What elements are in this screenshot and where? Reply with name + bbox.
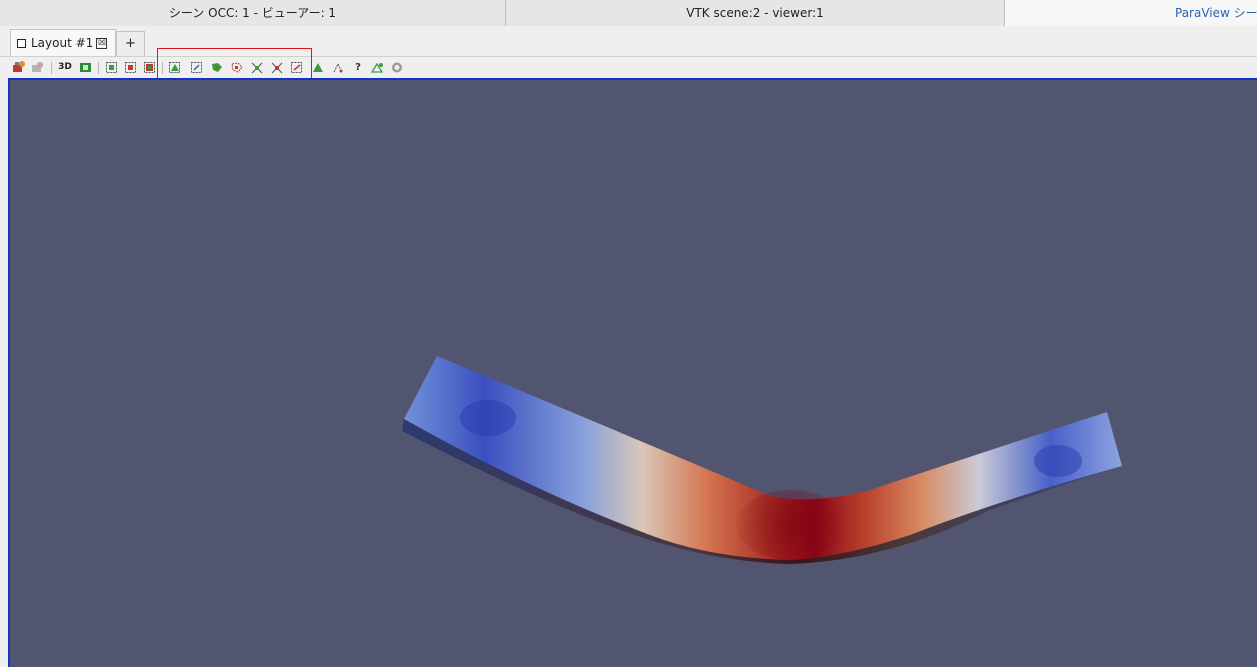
interactive-select-points-icon[interactable] [270,60,284,75]
select-cells-through-icon[interactable] [143,60,157,75]
tab-layout-1[interactable]: Layout #1 ☒ [10,29,116,56]
render-view[interactable] [10,80,1257,667]
layout-tab-bar: Layout #1 ☒ + [0,26,1257,56]
viewer-tab-occ[interactable]: シーン OCC: 1 - ビューアー: 1 [0,0,506,26]
select-cells-polygon-icon[interactable] [190,60,204,75]
left-dock-edge [0,78,8,667]
beam-left-min-spot [460,400,516,436]
beam-max-stress-spot [736,490,846,560]
select-points-polygon-icon[interactable] [210,60,224,75]
select-block-icon[interactable] [230,60,244,75]
viewer-tab-bar: シーン OCC: 1 - ビューアー: 1 VTK scene:2 - view… [0,0,1257,26]
viewer-tab-vtk[interactable]: VTK scene:2 - viewer:1 [506,0,1005,26]
close-icon[interactable]: ☒ [96,37,108,49]
select-points-on-icon[interactable] [124,60,138,75]
shrink-selection-icon[interactable] [331,60,345,75]
clear-selection-icon[interactable] [390,60,404,75]
toggle-3d-icon[interactable]: 3D [56,60,74,75]
layout-tab-label: Layout #1 [31,36,94,50]
add-layout-tab-button[interactable]: + [116,31,145,56]
beam-right-min-spot [1034,445,1082,477]
viewer-tab-paraview[interactable]: ParaView シーン [1005,0,1257,26]
layout-view-icon [17,38,26,48]
capture-screenshot-icon[interactable] [79,60,93,75]
query-icon[interactable]: ? [351,60,365,75]
hover-cells-icon[interactable] [370,60,384,75]
bent-beam-render [402,356,1122,564]
hover-points-icon[interactable] [290,60,304,75]
select-points-through-icon[interactable] [168,60,182,75]
reset-camera-icon[interactable] [12,60,26,75]
interactive-select-cells-icon[interactable] [250,60,264,75]
view-toolbar: 3D ? [0,56,1257,78]
zoom-to-data-icon[interactable] [31,60,45,75]
select-cells-on-icon[interactable] [105,60,119,75]
grow-selection-icon[interactable] [311,60,325,75]
